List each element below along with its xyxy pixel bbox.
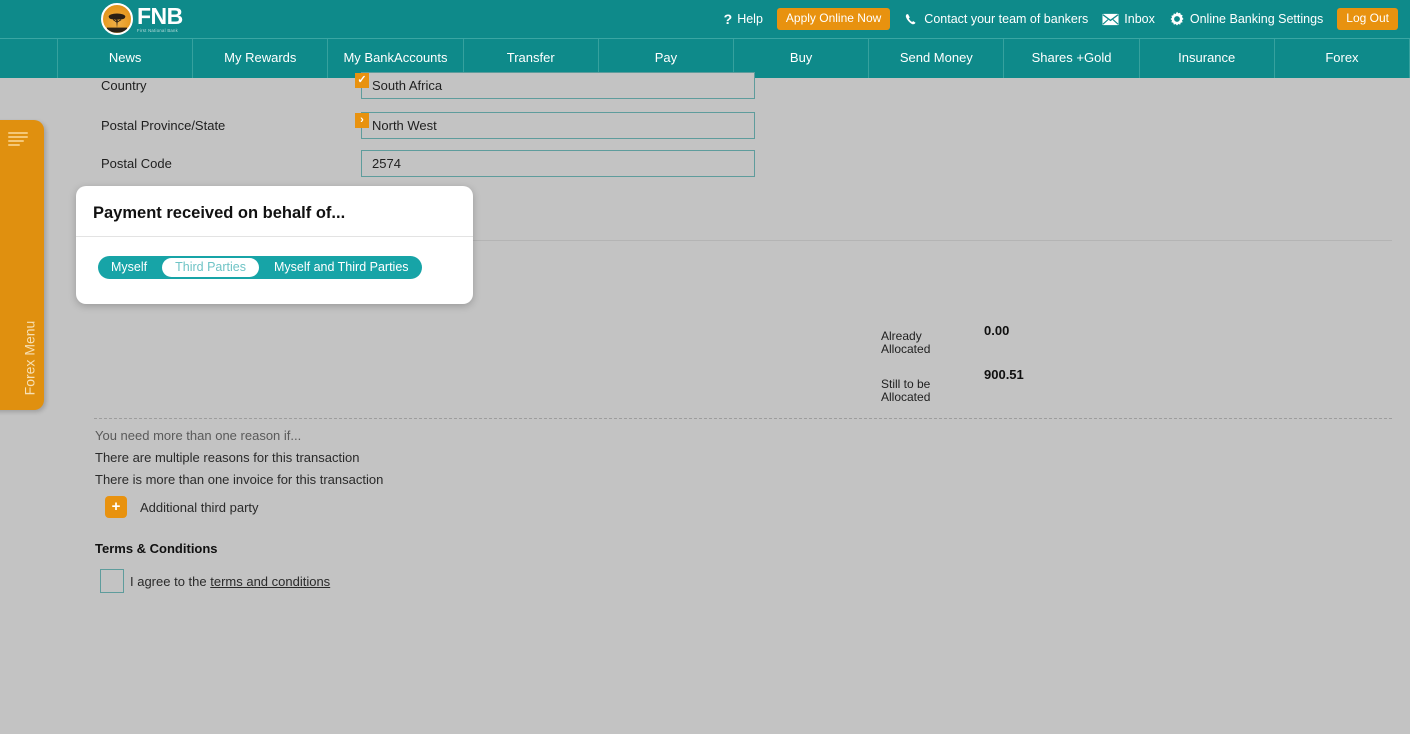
- help-link[interactable]: ? Help: [724, 11, 763, 27]
- nav-item-label: Accounts: [394, 50, 448, 66]
- top-bar: FNB First National Bank ? Help Apply Onl…: [0, 0, 1410, 38]
- nav-item-shares-gold[interactable]: Shares + Gold: [1003, 39, 1138, 78]
- still-to-be-allocated-label: Still to be Allocated: [881, 377, 931, 404]
- field-label: Postal Province/State: [101, 118, 226, 133]
- add-third-party-label: Additional third party: [140, 499, 259, 515]
- terms-agree-text: I agree to the terms and conditions: [130, 574, 330, 589]
- reason-line-1: There are multiple reasons for this tran…: [95, 450, 360, 465]
- forex-menu-label-wrap: Forex Menu: [0, 321, 44, 402]
- payment-on-behalf-popup: Payment received on behalf of... Myself T…: [76, 186, 473, 304]
- nav-item-label: News: [108, 50, 142, 66]
- fnb-acacia-tree-icon: [101, 3, 133, 35]
- field-input-postal-code[interactable]: 2574: [361, 150, 755, 177]
- online-banking-settings-link[interactable]: Online Banking Settings: [1169, 11, 1323, 27]
- question-mark-icon: ?: [723, 11, 733, 27]
- payment-behalf-segmented-control: Myself Third Parties Myself and Third Part…: [98, 256, 422, 279]
- plus-icon: +: [105, 496, 127, 518]
- inbox-label: Inbox: [1124, 12, 1155, 26]
- fnb-wordmark: FNB First National Bank: [137, 2, 183, 33]
- reason-line-2: There is more than one invoice for this …: [95, 472, 384, 487]
- contact-bankers-link[interactable]: Contact your team of bankers: [904, 12, 1088, 27]
- apply-online-now-button[interactable]: Apply Online Now: [776, 7, 891, 31]
- popup-divider: [76, 236, 473, 237]
- popup-title: Payment received on behalf of...: [93, 204, 346, 222]
- add-additional-third-party-button[interactable]: + Additional third party: [105, 496, 259, 518]
- phone-icon: [904, 12, 919, 27]
- field-label: Postal Code: [101, 156, 172, 171]
- hamburger-menu-icon[interactable]: [8, 132, 28, 146]
- help-label: Help: [737, 12, 763, 26]
- field-label: Country: [101, 78, 147, 93]
- nav-item-label: My Rewards: [224, 50, 297, 66]
- nav-item-label: Send Money: [899, 50, 973, 66]
- field-input-postal-province-state[interactable]: North West: [361, 112, 755, 139]
- nav-item-label: Transfer: [506, 50, 555, 66]
- field-dropdown-badge-icon[interactable]: ✓: [355, 73, 369, 88]
- section-divider-dashed: [94, 418, 1392, 419]
- segment-third-parties[interactable]: Third Parties: [162, 258, 259, 277]
- nav-item-label: Pay: [654, 50, 678, 66]
- already-allocated-value: 0.00: [984, 323, 1010, 338]
- nav-item-label: Buy: [789, 50, 813, 66]
- inbox-link[interactable]: Inbox: [1102, 12, 1155, 26]
- terms-and-conditions-link[interactable]: terms and conditions: [210, 574, 330, 589]
- still-to-be-allocated-value: 900.51: [984, 367, 1024, 382]
- already-allocated-label: Already Allocated: [881, 329, 931, 356]
- forex-menu-label: Forex Menu: [21, 320, 38, 396]
- nav-item-insurance[interactable]: Insurance: [1138, 39, 1274, 78]
- form-row: Country South Africa ✓: [0, 72, 800, 100]
- terms-agree-prefix: I agree to the: [130, 573, 211, 589]
- field-dropdown-badge-icon[interactable]: ›: [355, 113, 369, 128]
- nav-item-send-money[interactable]: Send Money: [868, 39, 1003, 78]
- field-value: 2574: [372, 156, 401, 171]
- reasons-heading: You need more than one reason if...: [95, 428, 302, 443]
- contact-bankers-label: Contact your team of bankers: [924, 12, 1089, 26]
- nav-item-forex[interactable]: Forex: [1273, 39, 1410, 78]
- gear-icon: [1169, 11, 1185, 27]
- fnb-logo[interactable]: FNB First National Bank: [101, 2, 183, 36]
- form-row: Postal Code 2574: [0, 150, 800, 178]
- nav-item-label: Forex: [1325, 50, 1359, 66]
- nav-item-label: Gold: [1083, 50, 1112, 66]
- segment-myself[interactable]: Myself: [98, 256, 160, 279]
- logo-secondary-text: First National Bank: [137, 27, 179, 33]
- field-value: South Africa: [372, 78, 443, 93]
- nav-item-label: Insurance: [1178, 50, 1236, 66]
- settings-label: Online Banking Settings: [1189, 12, 1324, 26]
- terms-agree-row: I agree to the terms and conditions: [100, 569, 330, 593]
- nav-item-label: Shares +: [1031, 50, 1084, 66]
- logo-primary-text: FNB: [137, 2, 183, 29]
- log-out-button[interactable]: Log Out: [1337, 7, 1398, 31]
- terms-title: Terms & Conditions: [95, 541, 218, 556]
- envelope-icon: [1102, 13, 1119, 26]
- field-value: North West: [372, 118, 437, 133]
- segment-myself-and-third-parties[interactable]: Myself and Third Parties: [261, 256, 422, 279]
- terms-checkbox[interactable]: [100, 569, 124, 593]
- top-bar-actions: ? Help Apply Online Now Contact your tea…: [710, 0, 1398, 38]
- field-input-country[interactable]: South Africa: [361, 72, 755, 99]
- forex-menu-tab[interactable]: Forex Menu: [0, 120, 44, 410]
- form-row: Postal Province/State North West ›: [0, 112, 800, 140]
- nav-item-label: My Bank: [343, 50, 395, 66]
